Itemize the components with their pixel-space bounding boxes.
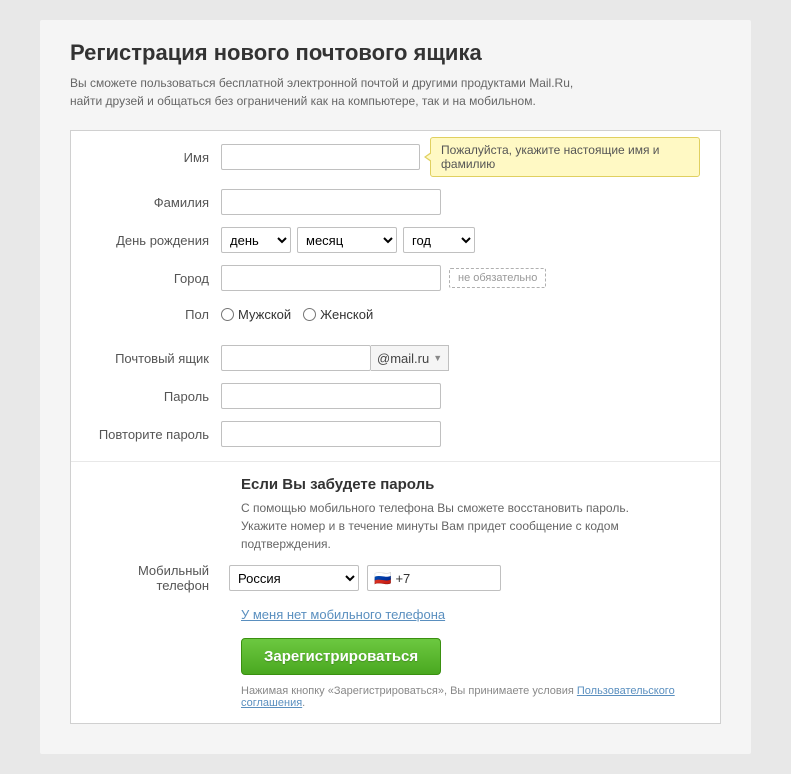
phone-row: Мобильный телефон Россия США Украина Бел… — [241, 563, 700, 593]
surname-row: Фамилия — [71, 183, 720, 221]
name-tooltip: Пожалуйста, укажите настоящие имя и фами… — [430, 137, 700, 177]
gender-female-radio[interactable] — [303, 308, 316, 321]
mailbox-label: Почтовый ящик — [91, 351, 221, 366]
forgot-desc: С помощью мобильного телефона Вы сможете… — [241, 499, 700, 553]
spacer2 — [71, 453, 720, 461]
surname-field-group — [221, 189, 700, 215]
terms-text: Нажимая кнопку «Зарегистрироваться», Вы … — [241, 685, 700, 709]
forgot-title: Если Вы забудете пароль — [241, 476, 700, 493]
phone-number-input[interactable] — [414, 565, 494, 591]
gender-radio-group: Мужской Женской — [221, 307, 373, 322]
terms-prefix: Нажимая кнопку «Зарегистрироваться», Вы … — [241, 685, 574, 697]
name-label: Имя — [91, 150, 221, 165]
dob-field-group: день 1234 5678 9101112 13141516 17181920… — [221, 227, 700, 253]
page-wrapper: Регистрация нового почтового ящика Вы см… — [0, 0, 791, 774]
register-button[interactable]: Зарегистрироваться — [241, 638, 441, 675]
city-row: Город не обязательно — [71, 259, 720, 297]
dob-month-select[interactable]: месяц ЯнварьФевральМарт АпрельМайИюнь Ию… — [297, 227, 397, 253]
chevron-down-icon: ▼ — [433, 353, 442, 363]
mailbox-input-group: @mail.ru ▼ — [221, 345, 449, 371]
terms-suffix: . — [302, 697, 305, 709]
domain-text: @mail.ru — [377, 351, 429, 366]
spacer1 — [71, 331, 720, 339]
password-field-group — [221, 383, 700, 409]
registration-form: Имя Пожалуйста, укажите настоящие имя и … — [70, 130, 721, 724]
city-label: Город — [91, 271, 221, 286]
forgot-desc-line2: Укажите номер и в течение минуты Вам при… — [241, 519, 619, 551]
gender-row: Пол Мужской Женской — [71, 297, 720, 331]
password-input[interactable] — [221, 383, 441, 409]
mailbox-input[interactable] — [221, 345, 371, 371]
city-field-group: не обязательно — [221, 265, 700, 291]
mailbox-row: Почтовый ящик @mail.ru ▼ — [71, 339, 720, 377]
phone-label: Мобильный телефон — [91, 563, 221, 593]
content-area: Регистрация нового почтового ящика Вы см… — [40, 20, 751, 754]
mailbox-field-group: @mail.ru ▼ — [221, 345, 700, 371]
password-repeat-row: Повторите пароль — [71, 415, 720, 453]
dob-label: День рождения — [91, 233, 221, 248]
surname-label: Фамилия — [91, 195, 221, 210]
city-input[interactable] — [221, 265, 441, 291]
gender-female-text: Женской — [320, 307, 373, 322]
dob-row: День рождения день 1234 5678 9101112 131… — [71, 221, 720, 259]
page-subtitle: Вы сможете пользоваться бесплатной элект… — [70, 74, 721, 110]
city-hint: не обязательно — [449, 268, 546, 288]
name-input[interactable] — [221, 144, 420, 170]
phone-country-select[interactable]: Россия США Украина Беларусь — [229, 565, 359, 591]
gender-label: Пол — [91, 307, 221, 322]
domain-selector[interactable]: @mail.ru ▼ — [371, 345, 449, 371]
phone-prefix-group: 🇷🇺 +7 — [367, 565, 501, 591]
password-label: Пароль — [91, 389, 221, 404]
register-button-label: Зарегистрироваться — [264, 648, 418, 665]
password-row: Пароль — [71, 377, 720, 415]
dob-day-select[interactable]: день 1234 5678 9101112 13141516 17181920… — [221, 227, 291, 253]
surname-input[interactable] — [221, 189, 441, 215]
russia-flag-icon: 🇷🇺 — [374, 570, 391, 587]
page-title: Регистрация нового почтового ящика — [70, 40, 721, 66]
name-row: Имя Пожалуйста, укажите настоящие имя и … — [71, 131, 720, 183]
dob-year-select[interactable]: год for(let y=2024;y>=1920;y--) document… — [403, 227, 475, 253]
gender-male-label[interactable]: Мужской — [221, 307, 291, 322]
forgot-desc-line1: С помощью мобильного телефона Вы сможете… — [241, 501, 629, 515]
name-field-group: Пожалуйста, укажите настоящие имя и фами… — [221, 137, 700, 177]
password-repeat-input[interactable] — [221, 421, 441, 447]
gender-field-group: Мужской Женской — [221, 307, 700, 322]
gender-male-radio[interactable] — [221, 308, 234, 321]
phone-prefix: +7 — [395, 571, 410, 586]
forgot-password-section: Если Вы забудете пароль С помощью мобиль… — [71, 461, 720, 723]
password-repeat-label: Повторите пароль — [91, 427, 221, 442]
no-phone-link[interactable]: У меня нет мобильного телефона — [241, 607, 445, 622]
password-repeat-field-group — [221, 421, 700, 447]
gender-female-label[interactable]: Женской — [303, 307, 373, 322]
gender-male-text: Мужской — [238, 307, 291, 322]
